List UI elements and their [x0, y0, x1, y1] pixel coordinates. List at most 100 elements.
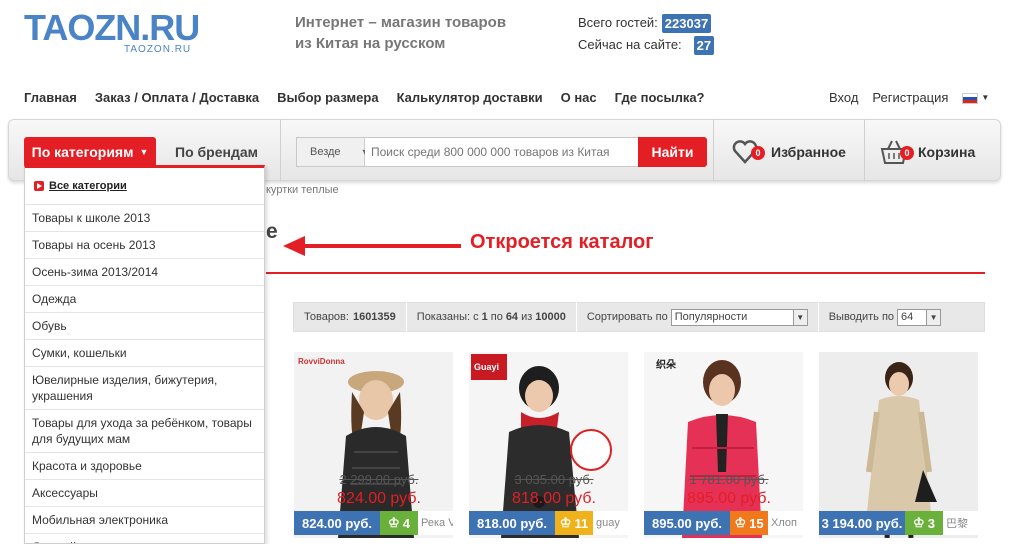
menu-item-school[interactable]: Товары к школе 2013	[25, 205, 264, 232]
chevron-down-icon: ▼	[792, 309, 807, 325]
menu-item-jewelry[interactable]: Ювелирные изделия, бижутерия, украшения	[25, 367, 264, 410]
sale-price: 895.00 руб.	[687, 490, 771, 507]
menu-item-bags[interactable]: Сумки, кошельки	[25, 340, 264, 367]
search-button[interactable]: Найти	[638, 137, 707, 167]
seller-name[interactable]: Хлоп	[768, 511, 803, 535]
price: 824.00 руб.	[294, 511, 380, 535]
visitor-stats: Всего гостей: 223037 Сейчас на сайте: 27	[578, 12, 715, 56]
brand-logo: Guayi	[474, 362, 500, 372]
seller-name[interactable]: 巴黎	[943, 511, 978, 535]
product-card[interactable]: 织朵 1 781.00 руб. 895.00 руб. 895.00 руб.…	[644, 352, 803, 538]
site-logo[interactable]: TAOZN.RU TAOZON.RU	[24, 8, 224, 56]
categories-button[interactable]: По категориям ▼	[24, 137, 156, 167]
login-link[interactable]: Вход	[829, 88, 858, 108]
brand-logo: RovviDonna	[298, 357, 345, 366]
shown-prefix: Показаны: с	[416, 311, 479, 323]
price-band: 818.00 руб. ♔ 11 guay	[469, 511, 628, 535]
shown-to: 64	[505, 311, 519, 323]
menu-item-autumn[interactable]: Товары на осень 2013	[25, 232, 264, 259]
nav-link-order[interactable]: Заказ / Оплата / Доставка	[95, 88, 259, 108]
product-card[interactable]: RovviDonna 2 299.00 руб. 824.00 руб. 824…	[294, 352, 453, 538]
title-underline	[266, 272, 985, 274]
product-card[interactable]: Guayi 3 035.00 руб. 818.00 руб. 818.00 р…	[469, 352, 628, 538]
search-input[interactable]	[365, 138, 639, 166]
price-band: 895.00 руб. ♔ 15 Хлоп	[644, 511, 803, 535]
search-scope-select[interactable]: Везде ▼	[297, 138, 369, 166]
chevron-down-icon: ▼	[139, 147, 149, 157]
site-slogan: Интернет – магазин товаров из Китая на р…	[295, 12, 506, 54]
heart-icon: 0	[731, 138, 765, 166]
stat-value: 27	[693, 35, 715, 55]
nav-link-home[interactable]: Главная	[24, 88, 77, 108]
sale-price: 824.00 руб.	[337, 490, 421, 507]
menu-item-shoes[interactable]: Обувь	[25, 313, 264, 340]
play-icon	[34, 181, 44, 191]
old-price: 3 035.00 руб.	[514, 472, 594, 487]
seller-rating: ♔ 3	[905, 511, 943, 535]
categories-dropdown: Все категории Товары к школе 2013 Товары…	[24, 165, 265, 544]
rating-value: 3	[927, 515, 935, 531]
shown-of-label: из	[521, 311, 533, 323]
divider	[405, 302, 407, 332]
goods-label: Товаров:	[304, 311, 349, 323]
menu-item-baby[interactable]: Товары для ухода за ребёнком, товары для…	[25, 410, 264, 453]
product-card[interactable]: 3 194.00 руб. ♔ 3 巴黎	[819, 352, 978, 538]
show-label: Выводить по	[828, 311, 895, 323]
menu-item-accessories[interactable]: Аксессуары	[25, 480, 264, 507]
page-title: е	[266, 220, 278, 243]
per-page-select[interactable]: 64 ▼	[897, 308, 942, 326]
seller-rating: ♔ 15	[730, 511, 768, 535]
basket-icon: 0	[880, 138, 914, 166]
divider	[280, 119, 281, 181]
stat-total-guests: Всего гостей: 223037	[578, 12, 714, 34]
menu-item-clothing[interactable]: Одежда	[25, 286, 264, 313]
menu-item-mobile[interactable]: Мобильная электроника	[25, 507, 264, 534]
sort-label: Сортировать по	[586, 311, 668, 323]
crown-icon: ♔	[388, 515, 400, 530]
main-nav: Главная Заказ / Оплата / Доставка Выбор …	[24, 88, 723, 108]
seller-rating: ♔ 11	[555, 511, 593, 535]
logo-text: TAOZN.RU	[24, 7, 200, 48]
nav-link-tracking[interactable]: Где посылка?	[615, 88, 705, 108]
chevron-down-icon: ▼	[926, 309, 941, 325]
menu-item-label: Все категории	[49, 180, 127, 192]
favorites-button[interactable]: 0 Избранное	[731, 138, 846, 166]
menu-item-kids[interactable]: Детский мир	[25, 534, 264, 543]
favorites-label: Избранное	[771, 144, 846, 160]
brands-tab[interactable]: По брендам	[175, 140, 258, 164]
favorites-count: 0	[751, 146, 765, 160]
nav-link-about[interactable]: О нас	[561, 88, 597, 108]
categories-label: По категориям	[31, 144, 134, 160]
crown-icon: ♔	[559, 515, 572, 530]
menu-item-autumn-winter[interactable]: Осень-зима 2013/2014	[25, 259, 264, 286]
cart-button[interactable]: 0 Корзина	[880, 138, 975, 166]
rating-value: 11	[574, 515, 589, 531]
sort-select[interactable]: Популярности ▼	[670, 308, 808, 326]
chevron-down-icon[interactable]: ▼	[981, 88, 989, 108]
annotation-arrow	[283, 236, 461, 256]
divider	[864, 119, 865, 181]
menu-item-beauty[interactable]: Красота и здоровье	[25, 453, 264, 480]
shown-to-label: по	[490, 311, 503, 323]
stat-online-now: Сейчас на сайте: 27	[578, 34, 715, 56]
old-price: 2 299.00 руб.	[339, 472, 419, 487]
nav-link-calculator[interactable]: Калькулятор доставки	[397, 88, 543, 108]
stat-value: 223037	[661, 13, 712, 33]
stat-label: Всего гостей:	[578, 15, 658, 30]
goods-count: 1601359	[352, 311, 396, 323]
divider	[817, 302, 819, 332]
per-page-value: 64	[901, 311, 914, 323]
breadcrumb[interactable]: куртки теплые	[266, 184, 339, 196]
seller-name[interactable]: guay	[593, 511, 628, 535]
shown-total: 10000	[535, 311, 566, 323]
russia-flag-icon[interactable]	[962, 92, 979, 104]
register-link[interactable]: Регистрация	[872, 88, 948, 108]
sort-value: Популярности	[674, 311, 748, 323]
logo-subtext: TAOZON.RU	[124, 44, 192, 55]
nav-link-size[interactable]: Выбор размера	[277, 88, 379, 108]
menu-item-all-categories[interactable]: Все категории	[25, 168, 264, 205]
cart-count: 0	[900, 146, 914, 160]
shown-from: 1	[481, 311, 488, 323]
search-bar: Везде ▼	[296, 137, 640, 167]
seller-name[interactable]: Река V	[418, 511, 453, 535]
